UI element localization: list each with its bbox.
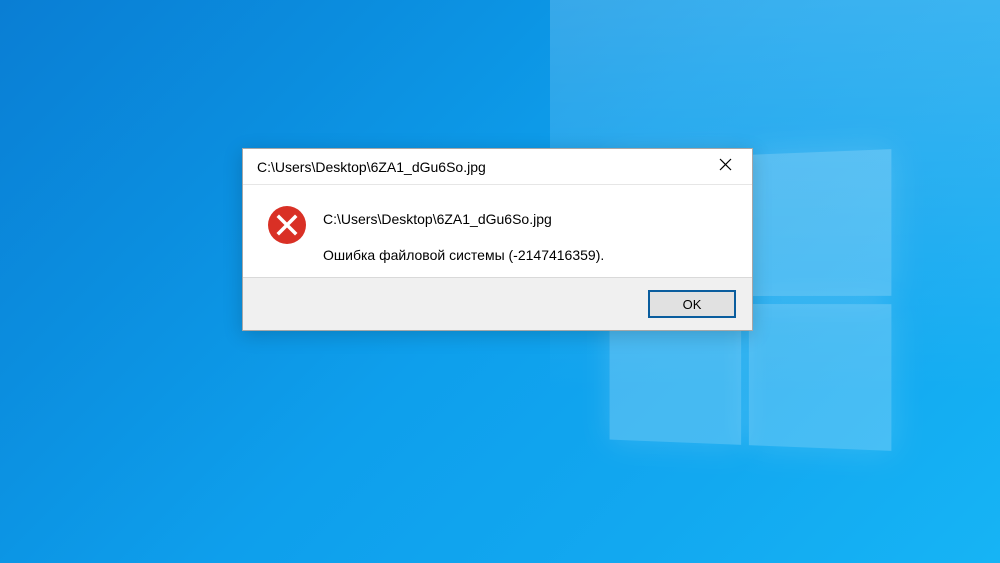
error-dialog: C:\Users\Desktop\6ZA1_dGu6So.jpg C:\User… [242,148,753,331]
dialog-title: C:\Users\Desktop\6ZA1_dGu6So.jpg [257,159,486,175]
dialog-body: C:\Users\Desktop\6ZA1_dGu6So.jpg Ошибка … [243,185,752,277]
dialog-button-row: OK [243,277,752,330]
dialog-error-text: Ошибка файловой системы (-2147416359). [323,247,604,263]
dialog-titlebar: C:\Users\Desktop\6ZA1_dGu6So.jpg [243,149,752,185]
error-icon [267,205,307,245]
close-button[interactable] [702,152,748,182]
dialog-message-path: C:\Users\Desktop\6ZA1_dGu6So.jpg [323,211,604,227]
ok-button[interactable]: OK [648,290,736,318]
dialog-message-block: C:\Users\Desktop\6ZA1_dGu6So.jpg Ошибка … [323,205,604,263]
close-icon [719,158,732,176]
